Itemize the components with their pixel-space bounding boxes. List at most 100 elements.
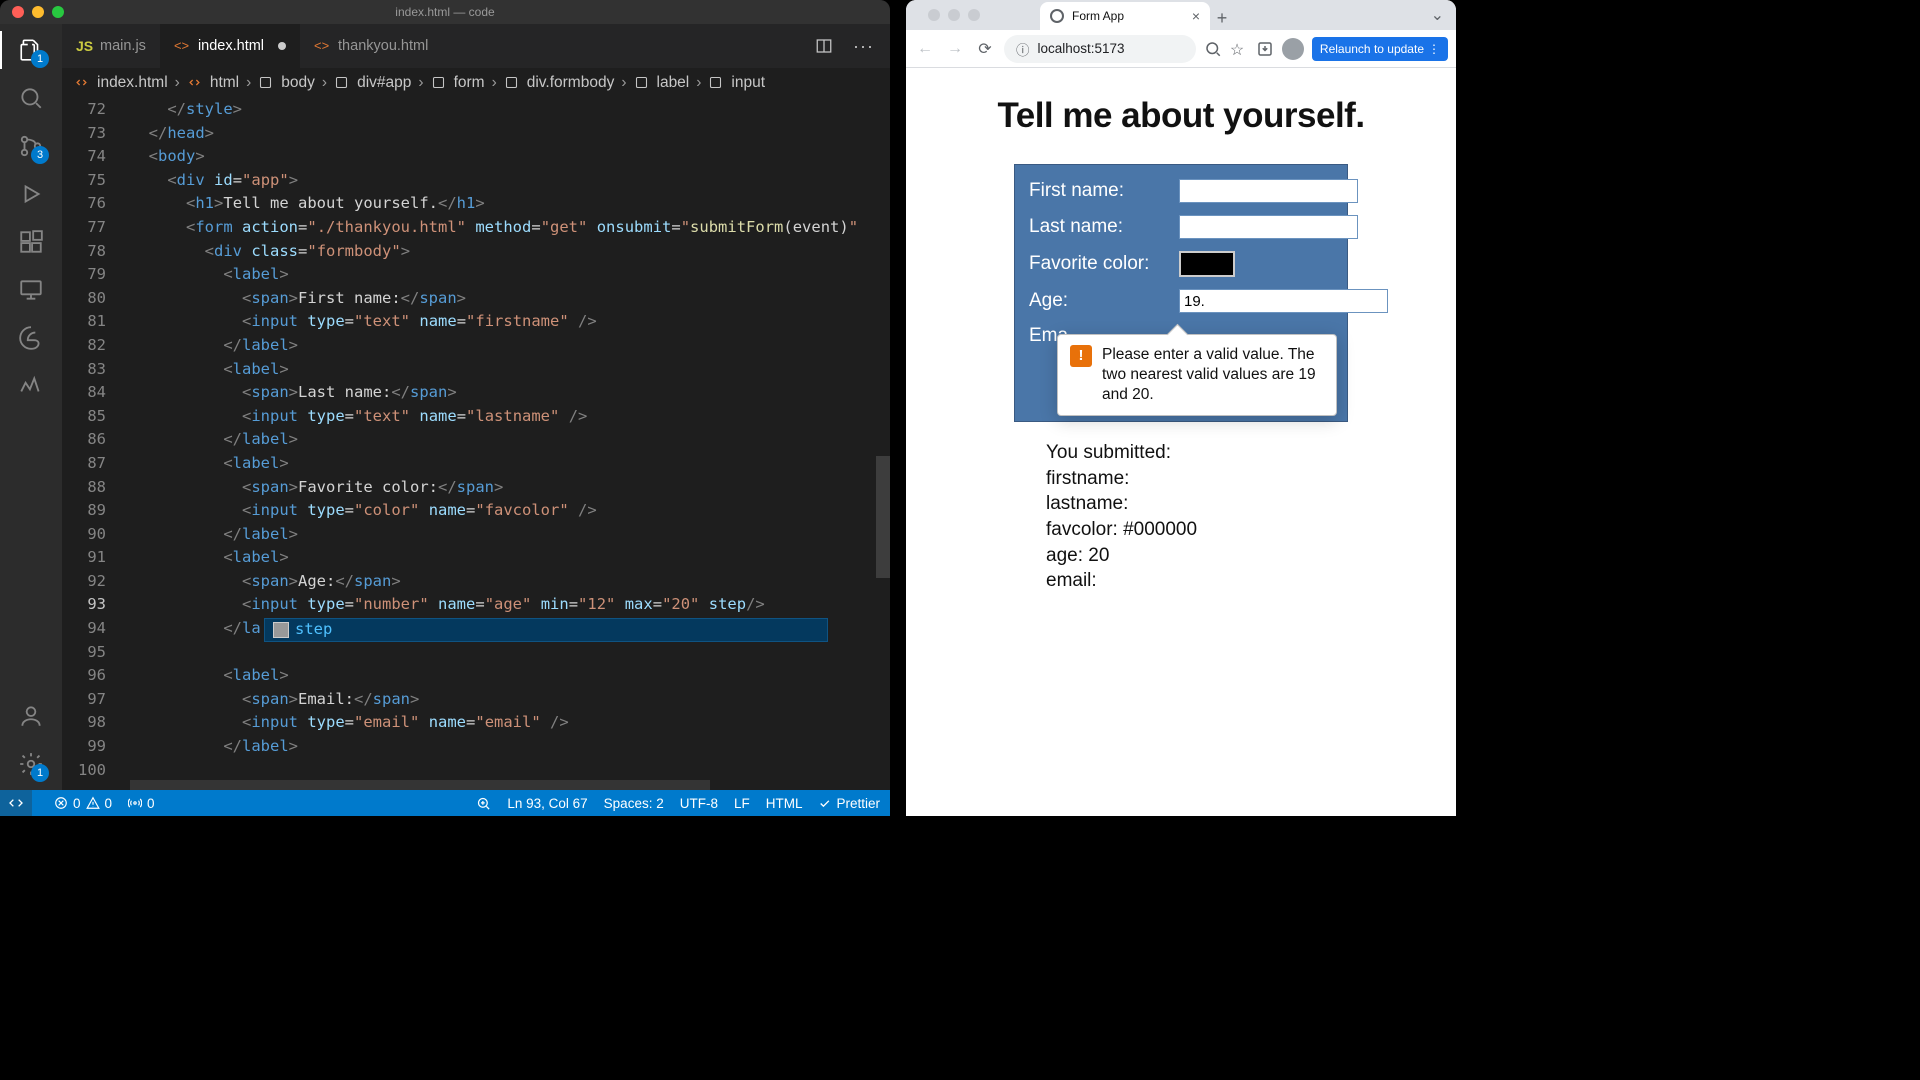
favcolor-input[interactable] xyxy=(1179,251,1235,277)
breadcrumb-icon xyxy=(504,75,520,91)
problems-indicator[interactable]: 0 0 xyxy=(54,796,112,811)
page-content: Tell me about yourself. First name: Last… xyxy=(906,68,1456,816)
page-heading: Tell me about yourself. xyxy=(936,96,1426,136)
results-email: email: xyxy=(1046,568,1426,594)
results-heading: You submitted: xyxy=(1046,440,1426,466)
browser-tab[interactable]: Form App × xyxy=(1040,2,1210,30)
browser-tabstrip: Form App × + ⌄ xyxy=(906,0,1456,30)
validation-tooltip: ! Please enter a valid value. The two ne… xyxy=(1057,334,1337,416)
autocomplete-item[interactable]: step xyxy=(295,618,332,642)
cursor-position[interactable]: Ln 93, Col 67 xyxy=(507,796,587,811)
breadcrumb-segment[interactable]: html xyxy=(210,74,239,92)
search-icon[interactable] xyxy=(17,84,45,112)
code-editor[interactable]: 7273747576777879808182838485868788899091… xyxy=(62,98,890,790)
minimize-window-button[interactable] xyxy=(32,6,44,18)
browser-window: Form App × + ⌄ ← → ⟳ ⓘ localhost:5173 ☆ … xyxy=(906,0,1456,816)
tab-label: main.js xyxy=(100,38,146,54)
breadcrumb-icon xyxy=(431,75,447,91)
firstname-input[interactable] xyxy=(1179,179,1358,203)
lastname-label: Last name: xyxy=(1029,216,1169,238)
breadcrumb[interactable]: index.html›html›body›div#app›form›div.fo… xyxy=(62,68,890,98)
scm-badge: 3 xyxy=(31,146,49,164)
line-gutter: 7273747576777879808182838485868788899091… xyxy=(62,98,130,790)
tabs-menu-icon[interactable]: ⌄ xyxy=(1419,5,1456,25)
browser-window-controls xyxy=(928,9,980,21)
breadcrumb-segment[interactable]: input xyxy=(731,74,765,92)
more-actions-icon[interactable]: ··· xyxy=(853,36,874,57)
source-control-icon[interactable]: 3 xyxy=(17,132,45,160)
autocomplete-popup[interactable]: step xyxy=(264,618,828,642)
address-bar[interactable]: ⓘ localhost:5173 xyxy=(1004,35,1196,63)
results-output: You submitted: firstname: lastname: favc… xyxy=(1046,440,1426,594)
explorer-badge: 1 xyxy=(31,50,49,68)
remote-explorer-icon[interactable] xyxy=(17,276,45,304)
forward-button[interactable]: → xyxy=(944,38,966,60)
tab-label: index.html xyxy=(198,38,264,54)
tab-indexhtml[interactable]: <> index.html xyxy=(160,24,300,68)
results-age: age: 20 xyxy=(1046,543,1426,569)
results-lastname: lastname: xyxy=(1046,491,1426,517)
minimize-window-button[interactable] xyxy=(948,9,960,21)
site-info-icon[interactable]: ⓘ xyxy=(1016,39,1030,59)
window-title: index.html — code xyxy=(395,5,494,19)
zoom-icon[interactable] xyxy=(476,796,491,811)
settings-gear-icon[interactable]: 1 xyxy=(17,750,45,778)
breadcrumb-segment[interactable]: index.html xyxy=(97,74,168,92)
vscode-window: index.html — code 1 3 xyxy=(0,0,890,816)
status-bar: 0 0 0 Ln 93, Col 67 Spaces: 2 UTF-8 LF H… xyxy=(0,790,890,816)
indentation[interactable]: Spaces: 2 xyxy=(604,796,664,811)
breadcrumb-icon xyxy=(187,75,203,91)
install-app-icon[interactable] xyxy=(1256,40,1274,58)
breadcrumb-segment[interactable]: label xyxy=(657,74,690,92)
breadcrumb-segment[interactable]: form xyxy=(454,74,485,92)
modified-dot-icon xyxy=(278,42,286,50)
breadcrumb-segment[interactable]: div#app xyxy=(357,74,411,92)
js-file-icon: JS xyxy=(76,38,92,54)
split-editor-icon[interactable] xyxy=(815,37,833,55)
code-content[interactable]: </style> </head> <body> <div id="app"> <… xyxy=(130,98,890,790)
tab-thankyou[interactable]: <> thankyou.html xyxy=(300,24,442,68)
tab-label: thankyou.html xyxy=(338,38,428,54)
tab-title: Form App xyxy=(1072,9,1124,23)
profile-avatar[interactable] xyxy=(1282,38,1304,60)
snippet-icon xyxy=(273,622,289,638)
misc-icon[interactable] xyxy=(17,372,45,400)
formatter[interactable]: Prettier xyxy=(818,796,880,811)
lastname-input[interactable] xyxy=(1179,215,1358,239)
zoom-window-button[interactable] xyxy=(52,6,64,18)
bookmark-star-icon[interactable]: ☆ xyxy=(1230,40,1248,58)
zoom-window-button[interactable] xyxy=(968,9,980,21)
vertical-scrollbar[interactable] xyxy=(876,456,890,578)
extensions-icon[interactable] xyxy=(17,228,45,256)
reload-button[interactable]: ⟳ xyxy=(974,38,996,60)
validation-message: Please enter a valid value. The two near… xyxy=(1102,345,1324,405)
remote-indicator-icon[interactable] xyxy=(0,790,32,816)
account-icon[interactable] xyxy=(17,702,45,730)
warning-icon: ! xyxy=(1070,345,1092,367)
activity-bar: 1 3 xyxy=(0,24,62,790)
edge-icon[interactable] xyxy=(17,324,45,352)
relaunch-button[interactable]: Relaunch to update⋮ xyxy=(1312,37,1448,61)
language-mode[interactable]: HTML xyxy=(766,796,803,811)
tab-mainjs[interactable]: JS main.js xyxy=(62,24,160,68)
age-input[interactable] xyxy=(1179,289,1388,313)
html-file-icon: <> xyxy=(314,38,330,54)
close-window-button[interactable] xyxy=(12,6,24,18)
zoom-indicator-icon[interactable] xyxy=(1204,40,1222,58)
horizontal-scrollbar[interactable] xyxy=(130,780,710,790)
back-button[interactable]: ← xyxy=(914,38,936,60)
editor-tabs: JS main.js <> index.html <> thankyou.htm… xyxy=(62,24,890,68)
ports-indicator[interactable]: 0 xyxy=(128,796,155,811)
run-debug-icon[interactable] xyxy=(17,180,45,208)
encoding[interactable]: UTF-8 xyxy=(680,796,718,811)
form-container: First name: Last name: Favorite color: A… xyxy=(1014,164,1348,422)
favcolor-label: Favorite color: xyxy=(1029,253,1169,275)
close-tab-icon[interactable]: × xyxy=(1192,8,1200,24)
new-tab-button[interactable]: + xyxy=(1210,6,1234,30)
breadcrumb-segment[interactable]: div.formbody xyxy=(527,74,615,92)
error-count: 0 xyxy=(73,796,81,811)
explorer-icon[interactable]: 1 xyxy=(17,36,45,64)
close-window-button[interactable] xyxy=(928,9,940,21)
breadcrumb-segment[interactable]: body xyxy=(281,74,315,92)
eol[interactable]: LF xyxy=(734,796,750,811)
